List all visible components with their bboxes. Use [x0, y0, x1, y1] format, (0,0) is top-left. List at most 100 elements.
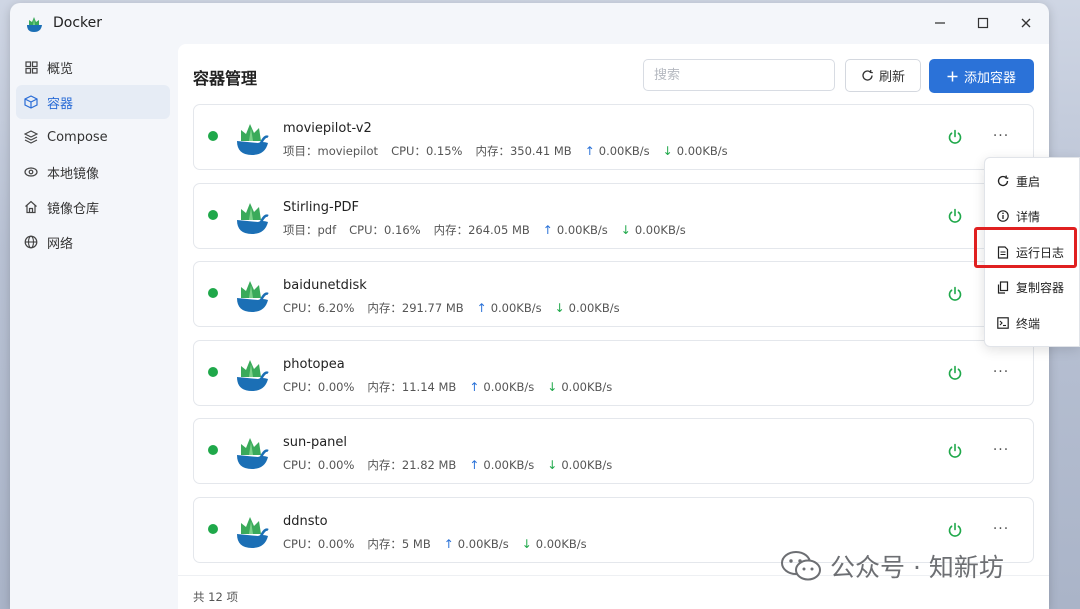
- cpu-text: CPU：0.00%: [283, 536, 355, 551]
- sidebar-item-overview[interactable]: 概览: [16, 50, 170, 84]
- download-arrow-icon: ↓: [620, 222, 631, 237]
- minimize-button[interactable]: [927, 11, 953, 35]
- project-text: 项目：moviepilot: [283, 144, 379, 158]
- cpu-text: CPU：0.15%: [391, 144, 463, 158]
- download-rate: 0.00KB/s: [634, 222, 686, 237]
- download-arrow-icon: ↓: [547, 458, 558, 472]
- download-rate: 0.00KB/s: [676, 144, 728, 158]
- main-panel: 容器管理 刷新 添加容器 moviepilot-v2 项目：moviepilot C…: [178, 44, 1049, 609]
- more-options-icon[interactable]: ···: [992, 522, 1010, 538]
- more-options-icon[interactable]: ···: [992, 443, 1010, 459]
- eye-icon: [24, 165, 38, 179]
- refresh-label: 刷新: [878, 70, 905, 85]
- power-icon[interactable]: [947, 365, 963, 381]
- menu-item-terminal[interactable]: 终端: [997, 313, 1040, 333]
- add-container-button[interactable]: 添加容器: [929, 59, 1034, 93]
- refresh-button[interactable]: 刷新: [845, 59, 921, 92]
- sidebar-item-label: 概览: [47, 61, 74, 77]
- upload-arrow-icon: ↑: [542, 222, 553, 237]
- container-card[interactable]: Stirling-PDF 项目：pdf CPU：0.16% 内存：264.05 MB ↑…: [193, 182, 1034, 249]
- power-icon[interactable]: [947, 443, 963, 459]
- upload-rate: 0.00KB/s: [556, 222, 608, 237]
- globe-icon: [24, 235, 38, 249]
- home-icon: [24, 200, 38, 214]
- container-name: moviepilot-v2: [283, 121, 372, 136]
- menu-item-copy-container[interactable]: 复制容器: [997, 277, 1064, 297]
- restart-icon: [997, 175, 1010, 188]
- info-icon: [997, 210, 1010, 223]
- maximize-icon: [977, 17, 989, 29]
- close-button[interactable]: [1013, 11, 1039, 35]
- upload-rate: 0.00KB/s: [598, 144, 650, 158]
- container-card[interactable]: baidunetdisk CPU：6.20% 内存：291.77 MB ↑ 0.00KB…: [193, 261, 1034, 327]
- status-running-dot: [208, 523, 218, 534]
- container-logo-icon: [234, 433, 270, 471]
- status-running-dot: [208, 445, 218, 455]
- status-running-dot: [208, 288, 218, 298]
- layers-icon: [24, 130, 38, 144]
- cpu-text: CPU：0.00%: [283, 379, 355, 394]
- page-title: 容器管理: [193, 69, 258, 88]
- power-icon[interactable]: [947, 522, 963, 538]
- power-icon[interactable]: [947, 208, 963, 224]
- sidebar-item-local-images[interactable]: 本地镜像: [16, 155, 170, 189]
- menu-item-restart[interactable]: 重启: [997, 171, 1040, 191]
- download-arrow-icon: ↓: [521, 536, 532, 551]
- upload-arrow-icon: ↑: [476, 301, 487, 315]
- download-arrow-icon: ↓: [662, 144, 673, 158]
- upload-arrow-icon: ↑: [469, 458, 480, 472]
- download-rate: 0.00KB/s: [561, 458, 613, 472]
- container-stats: 项目：pdf CPU：0.16% 内存：264.05 MB ↑ 0.00KB/s ↓ 0.0…: [283, 222, 699, 238]
- plus-icon: [947, 71, 958, 81]
- sidebar-item-network[interactable]: 网络: [16, 225, 170, 259]
- status-running-dot: [208, 209, 218, 220]
- power-icon[interactable]: [947, 286, 963, 302]
- wechat-icon: [781, 551, 821, 581]
- more-options-icon[interactable]: ···: [992, 365, 1010, 381]
- container-card[interactable]: sun-panel CPU：0.00% 内存：21.82 MB ↑ 0.00KB/s ↓ 0…: [193, 418, 1034, 484]
- search-input[interactable]: [643, 59, 835, 91]
- docker-logo-icon: [27, 17, 42, 32]
- copy-icon: [997, 280, 1010, 294]
- container-logo-icon: [234, 512, 270, 550]
- sidebar-item-containers[interactable]: 容器: [16, 85, 170, 119]
- container-name: sun-panel: [283, 435, 348, 450]
- download-arrow-icon: ↓: [554, 301, 565, 315]
- menu-item-label: 复制容器: [1016, 280, 1065, 295]
- title-bar: Docker: [10, 3, 1049, 43]
- memory-text: 内存：5 MB: [367, 536, 431, 551]
- memory-text: 内存：350.41 MB: [475, 144, 572, 158]
- upload-rate: 0.00KB/s: [457, 536, 509, 551]
- more-options-icon[interactable]: ···: [992, 129, 1010, 145]
- upload-rate: 0.00KB/s: [483, 458, 535, 472]
- power-icon[interactable]: [947, 129, 963, 145]
- highlight-box: [974, 227, 1077, 268]
- sidebar-item-compose[interactable]: Compose: [16, 120, 170, 154]
- sidebar-item-label: 镜像仓库: [47, 201, 100, 217]
- cube-icon: [24, 95, 38, 109]
- memory-text: 内存：21.82 MB: [367, 458, 457, 472]
- container-stats: 项目：moviepilot CPU：0.15% 内存：350.41 MB ↑ 0.00K…: [283, 143, 741, 159]
- sidebar-item-label: 容器: [47, 96, 74, 112]
- project-text: 项目：pdf: [283, 222, 337, 237]
- sidebar-item-label: 本地镜像: [47, 166, 100, 182]
- container-card[interactable]: moviepilot-v2 项目：moviepilot CPU：0.15% 内存：35…: [193, 104, 1034, 170]
- download-rate: 0.00KB/s: [568, 301, 620, 315]
- cpu-text: CPU：0.00%: [283, 458, 355, 472]
- menu-item-details[interactable]: 详情: [997, 206, 1040, 226]
- container-logo-icon: [234, 198, 270, 236]
- cpu-text: CPU：0.16%: [349, 222, 421, 237]
- maximize-button[interactable]: [970, 11, 996, 35]
- terminal-icon: [997, 317, 1010, 330]
- container-card[interactable]: photopea CPU：0.00% 内存：11.14 MB ↑ 0.00KB/s ↓ 0.…: [193, 339, 1034, 406]
- container-stats: CPU：0.00% 内存：5 MB ↑ 0.00KB/s ↓ 0.00KB/s: [283, 536, 600, 552]
- container-stats: CPU：6.20% 内存：291.77 MB ↑ 0.00KB/s ↓ 0.00KB/s: [283, 300, 633, 316]
- menu-item-label: 详情: [1016, 209, 1041, 224]
- memory-text: 内存：264.05 MB: [433, 222, 530, 237]
- menu-item-label: 重启: [1016, 174, 1041, 189]
- container-logo-icon: [234, 119, 270, 157]
- container-stats: CPU：0.00% 内存：11.14 MB ↑ 0.00KB/s ↓ 0.00KB/s: [283, 379, 625, 395]
- menu-item-label: 终端: [1016, 316, 1041, 331]
- refresh-icon: [862, 69, 873, 81]
- sidebar-item-image-registry[interactable]: 镜像仓库: [16, 190, 170, 224]
